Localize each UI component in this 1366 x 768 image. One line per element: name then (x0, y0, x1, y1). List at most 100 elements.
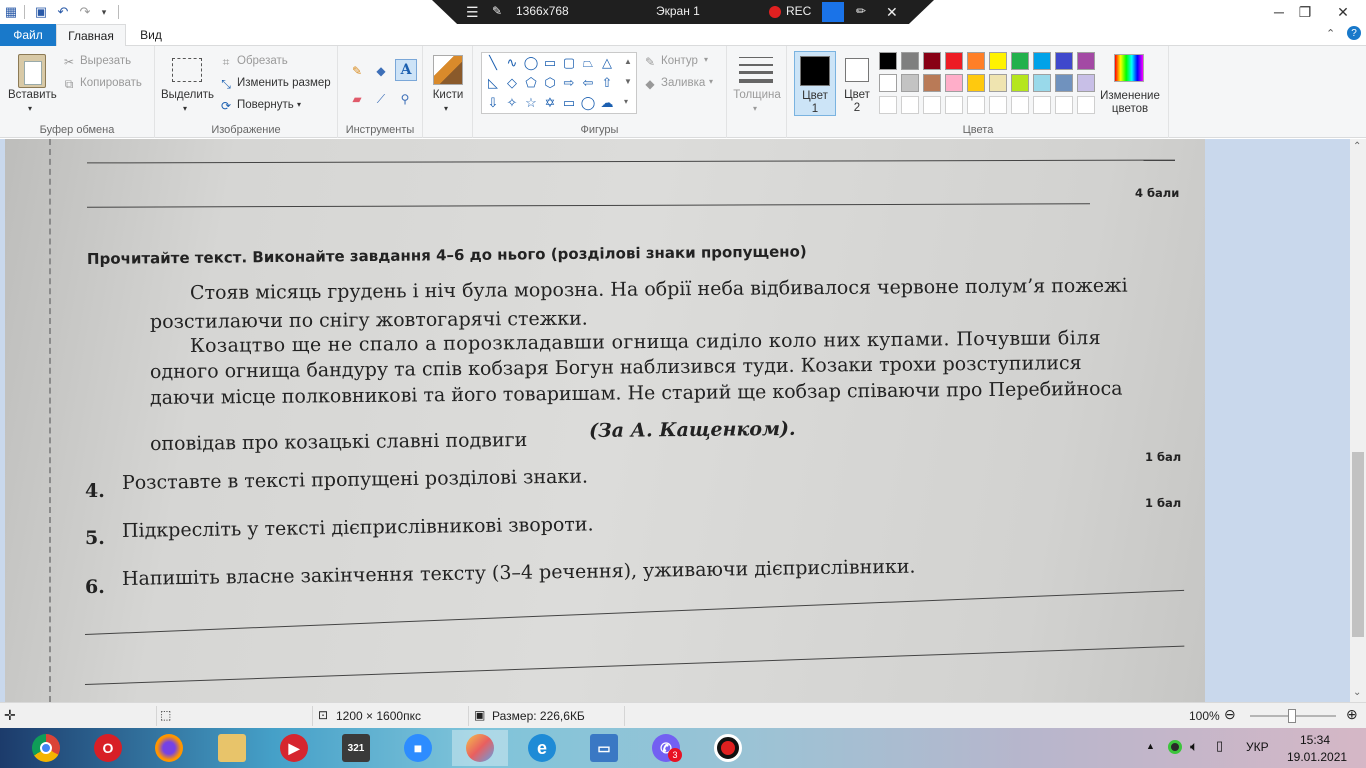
rounded-rectangle-shape-icon[interactable]: ▢ (560, 54, 578, 72)
oval-shape-icon[interactable]: ◯ (522, 54, 540, 72)
shapes-scroll-down-icon[interactable]: ▼ (624, 77, 632, 86)
outline-dropdown-icon[interactable]: ▾ (704, 55, 708, 64)
edit-colors-icon[interactable] (1114, 54, 1144, 82)
paste-dropdown-icon[interactable]: ▾ (28, 104, 32, 113)
color-swatch[interactable] (923, 52, 941, 70)
close-recorder-icon[interactable]: ✕ (886, 4, 898, 21)
collapse-ribbon-icon[interactable]: ⌃ (1326, 27, 1335, 40)
crop-button[interactable]: Обрезать (237, 55, 288, 67)
custom-color-slot[interactable] (901, 96, 919, 114)
help-icon[interactable]: ? (1347, 26, 1361, 40)
polygon-shape-icon[interactable]: ⏢ (579, 54, 597, 72)
customize-toolbar-icon[interactable]: ▾ (96, 4, 112, 20)
callout-rect-shape-icon[interactable]: ▭ (560, 94, 578, 112)
fill-button[interactable]: Заливка (661, 77, 705, 89)
color-swatch[interactable] (1033, 74, 1051, 92)
fill-dropdown-icon[interactable]: ▾ (709, 77, 713, 86)
shapes-expand-icon[interactable]: ▾ (624, 97, 628, 106)
chrome-app[interactable] (18, 730, 74, 766)
six-point-star-shape-icon[interactable]: ✡ (541, 94, 559, 112)
up-arrow-shape-icon[interactable]: ⇧ (598, 74, 616, 92)
custom-color-slot[interactable] (1011, 96, 1029, 114)
pen-icon[interactable]: ✏ (856, 4, 866, 18)
save-icon[interactable]: ▣ (33, 4, 49, 20)
rec-button[interactable]: REC (786, 4, 811, 18)
language-indicator[interactable]: УКР (1246, 740, 1269, 754)
media-player-classic-app[interactable]: 321 (328, 730, 384, 766)
size-icon[interactable] (739, 54, 773, 84)
internet-explorer-app[interactable]: e (514, 730, 570, 766)
custom-color-slot[interactable] (1077, 96, 1095, 114)
text-tool-icon[interactable]: A (395, 59, 417, 81)
color-swatch[interactable] (945, 74, 963, 92)
curve-shape-icon[interactable]: ∿ (503, 54, 521, 72)
viber-app[interactable]: ✆ 3 (638, 730, 694, 766)
firefox-app[interactable] (141, 730, 197, 766)
color-swatch[interactable] (923, 74, 941, 92)
color-swatch[interactable] (967, 52, 985, 70)
line-shape-icon[interactable]: ╲ (484, 54, 502, 72)
color-swatch[interactable] (989, 52, 1007, 70)
custom-color-slot[interactable] (1055, 96, 1073, 114)
rotate-dropdown-icon[interactable]: ▾ (297, 100, 301, 109)
color-swatch[interactable] (1077, 74, 1095, 92)
battery-icon[interactable]: ▯ (1216, 738, 1223, 754)
clock-time[interactable]: 15:34 (1300, 733, 1330, 747)
hexagon-shape-icon[interactable]: ⬡ (541, 74, 559, 92)
custom-color-slot[interactable] (989, 96, 1007, 114)
network-app[interactable]: ▭ (576, 730, 632, 766)
scroll-down-icon[interactable]: ⌄ (1353, 687, 1361, 698)
paste-button[interactable]: Вставить (8, 89, 57, 101)
redo-icon[interactable]: ↷ (77, 4, 93, 20)
custom-color-slot[interactable] (945, 96, 963, 114)
color1-button[interactable]: Цвет 1 (794, 51, 836, 116)
copy-button[interactable]: Копировать (80, 77, 142, 89)
color-swatch[interactable] (901, 52, 919, 70)
color-swatch[interactable] (879, 52, 897, 70)
color-swatch[interactable] (1011, 74, 1029, 92)
outline-button[interactable]: Контур (661, 55, 698, 67)
custom-color-slot[interactable] (1033, 96, 1051, 114)
right-arrow-shape-icon[interactable]: ⇨ (560, 74, 578, 92)
paint-app[interactable] (452, 730, 508, 766)
four-point-star-shape-icon[interactable]: ✧ (503, 94, 521, 112)
status-indicator-icon[interactable] (1168, 740, 1182, 754)
tab-view[interactable]: Вид (126, 24, 176, 46)
custom-color-slot[interactable] (879, 96, 897, 114)
explorer-app[interactable] (204, 730, 260, 766)
color-swatch[interactable] (901, 74, 919, 92)
brushes-icon[interactable] (433, 55, 463, 85)
five-point-star-shape-icon[interactable]: ☆ (522, 94, 540, 112)
zoom-out-icon[interactable]: ⊖ (1224, 706, 1236, 723)
tab-home[interactable]: Главная (56, 24, 126, 47)
camera-icon[interactable] (822, 2, 844, 22)
opera-app[interactable]: O (80, 730, 136, 766)
edit-colors-button[interactable]: Изменение (1097, 90, 1163, 102)
brushes-dropdown-icon[interactable]: ▾ (444, 104, 448, 113)
color-swatch[interactable] (967, 74, 985, 92)
pentagon-shape-icon[interactable]: ⬠ (522, 74, 540, 92)
pencil-icon[interactable]: ✎ (350, 64, 364, 78)
scroll-up-icon[interactable]: ⌃ (1353, 141, 1361, 152)
scrollbar-thumb[interactable] (1352, 452, 1364, 637)
custom-color-slot[interactable] (923, 96, 941, 114)
right-triangle-shape-icon[interactable]: ◺ (484, 74, 502, 92)
paint-app-icon[interactable]: ▦ (3, 4, 19, 20)
color-swatch[interactable] (1055, 74, 1073, 92)
color-swatch[interactable] (1011, 52, 1029, 70)
color-swatch[interactable] (945, 52, 963, 70)
color-swatch[interactable] (1077, 52, 1095, 70)
select-icon[interactable] (172, 58, 202, 82)
rectangle-shape-icon[interactable]: ▭ (541, 54, 559, 72)
left-arrow-shape-icon[interactable]: ⇦ (579, 74, 597, 92)
cut-button[interactable]: Вырезать (80, 55, 131, 67)
screen-recorder-app[interactable] (700, 730, 756, 766)
color-swatch[interactable] (1033, 52, 1051, 70)
undo-icon[interactable]: ↶ (55, 4, 71, 20)
fill-bucket-icon[interactable]: ◆ (374, 64, 388, 78)
magnifier-icon[interactable]: ⚲ (398, 92, 412, 106)
recorder-screen[interactable]: Экран 1 (656, 4, 700, 18)
color2-button[interactable]: Цвет 2 (839, 51, 877, 116)
shapes-scroll-up-icon[interactable]: ▲ (624, 57, 632, 66)
color-swatch[interactable] (989, 74, 1007, 92)
